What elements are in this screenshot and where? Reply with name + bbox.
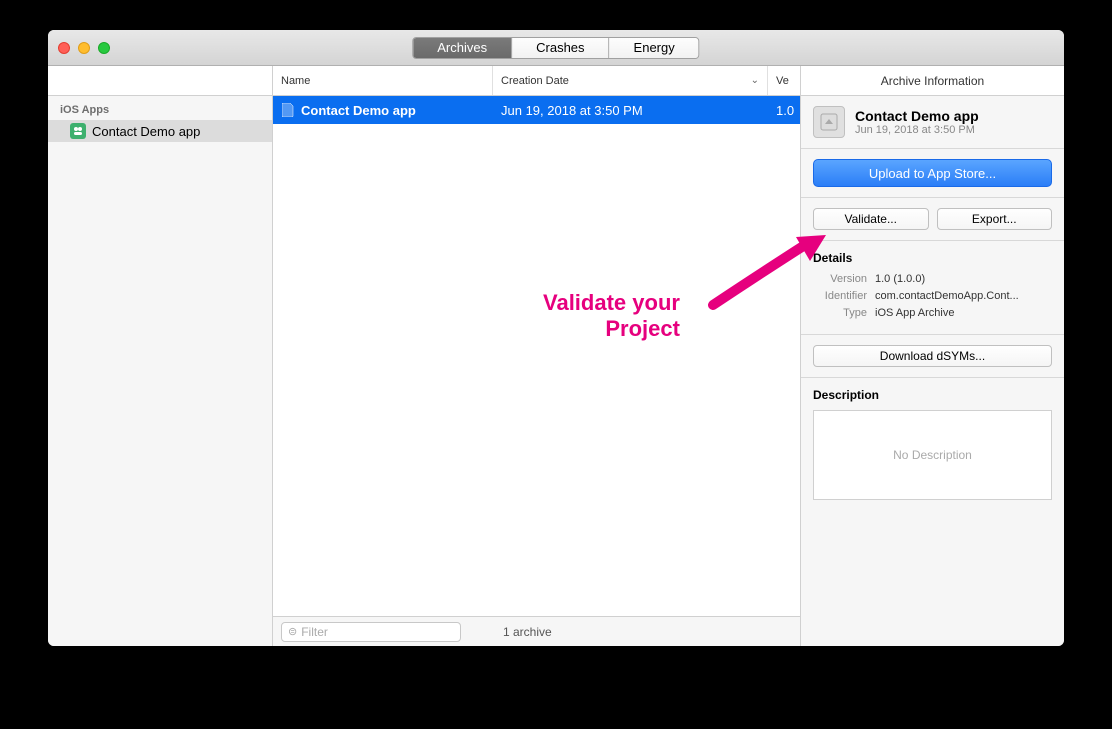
detail-label-version: Version <box>813 273 875 285</box>
inspector-panel: Archive Information Contact Demo app Jun… <box>800 66 1064 646</box>
validate-button[interactable]: Validate... <box>813 208 929 230</box>
inspector-title: Archive Information <box>801 66 1064 96</box>
cell-name: Contact Demo app <box>273 103 493 118</box>
column-header-creation-date[interactable]: Creation Date ⌄ <box>493 66 768 95</box>
inspector-upload-section: Upload to App Store... <box>801 149 1064 198</box>
detail-label-identifier: Identifier <box>813 290 875 302</box>
tab-archives[interactable]: Archives <box>413 38 512 58</box>
minimize-window-button[interactable] <box>78 42 90 54</box>
inspector-archive-name: Contact Demo app <box>855 108 979 124</box>
inspector-archive-summary: Contact Demo app Jun 19, 2018 at 3:50 PM <box>801 96 1064 149</box>
filter-placeholder: Filter <box>301 625 328 639</box>
organizer-window: Archives Crashes Energy iOS Apps Contact… <box>48 30 1064 646</box>
cell-date: Jun 19, 2018 at 3:50 PM <box>493 103 768 118</box>
titlebar: Archives Crashes Energy <box>48 30 1064 66</box>
sidebar-section-title: iOS Apps <box>48 104 272 120</box>
filter-icon: ⊜ <box>288 625 297 638</box>
sidebar-section-ios-apps: iOS Apps Contact Demo app <box>48 96 272 142</box>
archive-large-icon <box>813 106 845 138</box>
inspector-dsyms-section: Download dSYMs... <box>801 335 1064 378</box>
app-icon <box>70 123 86 139</box>
sidebar-header-spacer <box>48 66 272 96</box>
tab-crashes[interactable]: Crashes <box>512 38 609 58</box>
download-dsyms-button[interactable]: Download dSYMs... <box>813 345 1052 367</box>
sidebar: iOS Apps Contact Demo app <box>48 66 273 646</box>
archive-count-label: 1 archive <box>503 625 552 639</box>
inspector-archive-date: Jun 19, 2018 at 3:50 PM <box>855 124 979 136</box>
zoom-window-button[interactable] <box>98 42 110 54</box>
sidebar-item-contact-demo-app[interactable]: Contact Demo app <box>48 120 272 142</box>
archive-list-panel: Name Creation Date ⌄ Ve Contact Demo app… <box>273 66 800 646</box>
inspector-validate-export-section: Validate... Export... <box>801 198 1064 241</box>
archive-file-icon <box>281 103 295 117</box>
table-body: Contact Demo app Jun 19, 2018 at 3:50 PM… <box>273 96 800 616</box>
inspector-details-section: Details Version 1.0 (1.0.0) Identifier c… <box>801 241 1064 335</box>
traffic-lights <box>58 42 110 54</box>
column-header-name[interactable]: Name <box>273 66 493 95</box>
detail-value-identifier: com.contactDemoApp.Cont... <box>875 290 1052 302</box>
table-header: Name Creation Date ⌄ Ve <box>273 66 800 96</box>
inspector-description-section: Description No Description <box>801 378 1064 510</box>
filter-input[interactable]: ⊜ Filter <box>281 622 461 642</box>
sidebar-item-label: Contact Demo app <box>92 124 200 139</box>
bottom-bar: ⊜ Filter 1 archive <box>273 616 800 646</box>
sort-descending-icon: ⌄ <box>751 75 759 86</box>
upload-to-app-store-button[interactable]: Upload to App Store... <box>813 159 1052 187</box>
description-title: Description <box>813 388 1052 402</box>
close-window-button[interactable] <box>58 42 70 54</box>
details-title: Details <box>813 251 1052 265</box>
tab-energy[interactable]: Energy <box>610 38 699 58</box>
content-area: iOS Apps Contact Demo app Name Creation … <box>48 66 1064 646</box>
description-box[interactable]: No Description <box>813 410 1052 500</box>
tab-segmented-control: Archives Crashes Energy <box>412 37 699 59</box>
no-description-text: No Description <box>893 448 972 462</box>
detail-value-version: 1.0 (1.0.0) <box>875 273 1052 285</box>
detail-label-type: Type <box>813 307 875 319</box>
cell-version: 1.0 <box>768 103 800 118</box>
column-header-date-label: Creation Date <box>501 75 569 87</box>
table-row[interactable]: Contact Demo app Jun 19, 2018 at 3:50 PM… <box>273 96 800 124</box>
cell-name-text: Contact Demo app <box>301 103 416 118</box>
column-header-version[interactable]: Ve <box>768 66 800 95</box>
detail-value-type: iOS App Archive <box>875 307 1052 319</box>
export-button[interactable]: Export... <box>937 208 1053 230</box>
